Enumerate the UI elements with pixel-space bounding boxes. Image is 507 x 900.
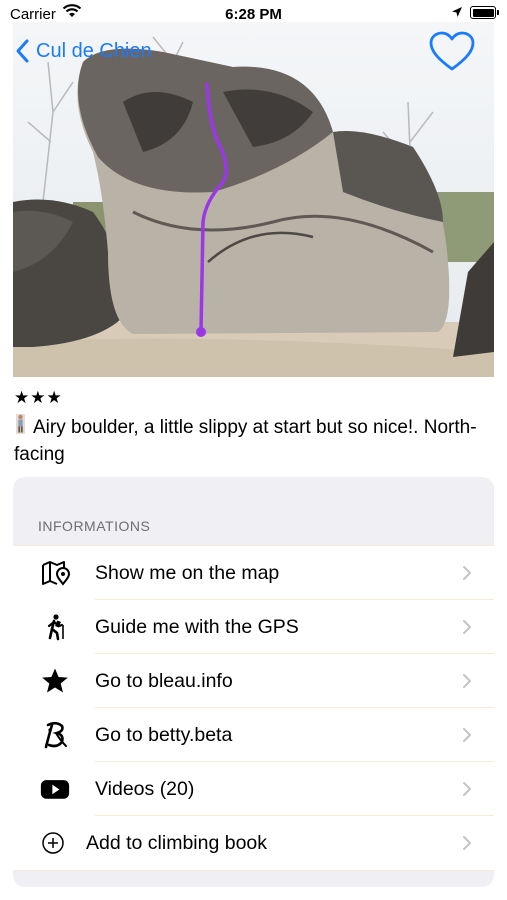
chevron-right-icon (463, 566, 471, 580)
back-button[interactable]: Cul de Chien (14, 36, 152, 66)
description-text: Airy boulder, a little slippy at start b… (14, 417, 477, 465)
row-show-on-map[interactable]: Show me on the map (13, 546, 494, 600)
location-arrow-icon (452, 7, 462, 17)
problem-description: Airy boulder, a little slippy at start b… (14, 413, 494, 468)
star-rating: ★★★ (14, 388, 63, 407)
back-button-label: Cul de Chien (36, 39, 152, 62)
chevron-right-icon (463, 728, 471, 742)
row-videos[interactable]: Videos (20) (13, 762, 494, 816)
person-standing-icon (16, 414, 25, 434)
map-pin-icon (40, 558, 70, 588)
row-label: Add to climbing book (86, 832, 268, 854)
chevron-right-icon (463, 782, 471, 796)
boulder-photo (13, 22, 494, 377)
row-guide-gps[interactable]: Guide me with the GPS (13, 600, 494, 654)
plus-circle-icon (38, 828, 68, 858)
row-betty-beta[interactable]: Go to betty.beta (13, 708, 494, 762)
hiker-icon (40, 612, 70, 642)
row-bleau-info[interactable]: Go to bleau.info (13, 654, 494, 708)
informations-list: Show me on the map Guide me with the GPS (13, 545, 494, 871)
status-time: 6:28 PM (225, 6, 282, 23)
row-add-climbing-book[interactable]: Add to climbing book (13, 816, 494, 870)
row-label: Go to betty.beta (95, 724, 233, 746)
betty-logo-icon (40, 720, 70, 750)
divider (13, 870, 494, 871)
chevron-right-icon (463, 674, 471, 688)
chevron-right-icon (463, 836, 471, 850)
section-title: INFORMATIONS (38, 518, 151, 534)
chevron-right-icon (463, 620, 471, 634)
battery-icon (470, 6, 499, 19)
row-label: Videos (20) (95, 778, 195, 800)
row-label: Show me on the map (95, 562, 280, 584)
chevron-left-icon (16, 39, 29, 63)
heart-icon[interactable] (428, 31, 476, 73)
row-label: Go to bleau.info (95, 670, 233, 692)
row-label: Guide me with the GPS (95, 616, 299, 638)
star-icon (40, 666, 70, 696)
youtube-icon (40, 774, 70, 804)
